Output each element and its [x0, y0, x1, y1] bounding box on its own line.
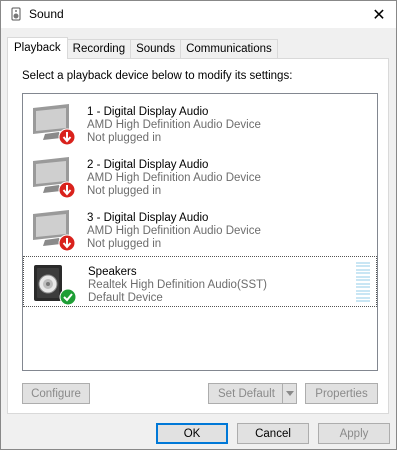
tab-playback[interactable]: Playback — [7, 37, 68, 59]
device-status: Not plugged in — [87, 132, 162, 144]
device-row[interactable]: 1 - Digital Display Audio AMD High Defin… — [23, 97, 377, 148]
set-default-button[interactable]: Set Default — [208, 383, 297, 404]
chevron-down-icon — [285, 391, 294, 396]
device-name: 2 - Digital Display Audio — [87, 159, 209, 171]
device-name: 1 - Digital Display Audio — [87, 106, 209, 118]
monitor-icon — [33, 104, 76, 146]
set-default-dropdown[interactable] — [282, 384, 296, 403]
device-description: Realtek High Definition Audio(SST) — [88, 279, 267, 291]
device-description: AMD High Definition Audio Device — [87, 225, 261, 237]
set-default-label: Set Default — [218, 387, 275, 400]
device-name: 3 - Digital Display Audio — [87, 212, 209, 224]
close-icon: ✕ — [372, 6, 386, 24]
title-bar: Sound ✕ — [1, 1, 396, 28]
close-button[interactable]: ✕ — [362, 1, 396, 28]
monitor-icon — [33, 210, 76, 252]
properties-button[interactable]: Properties — [305, 383, 378, 404]
ok-button[interactable]: OK — [156, 423, 228, 444]
cancel-button[interactable]: Cancel — [237, 423, 309, 444]
device-row-speakers[interactable]: Speakers Realtek High Definition Audio(S… — [23, 256, 377, 307]
apply-button[interactable]: Apply — [318, 423, 390, 444]
device-name: Speakers — [88, 266, 137, 278]
speaker-icon — [34, 265, 77, 306]
tab-strip: Playback Recording Sounds Communications — [7, 37, 278, 59]
device-description: AMD High Definition Audio Device — [87, 172, 261, 184]
device-status: Not plugged in — [87, 238, 162, 250]
device-row[interactable]: 2 - Digital Display Audio AMD High Defin… — [23, 150, 377, 201]
device-status: Not plugged in — [87, 185, 162, 197]
device-description: AMD High Definition Audio Device — [87, 119, 261, 131]
speaker-icon — [11, 7, 21, 21]
device-list: 1 - Digital Display Audio AMD High Defin… — [22, 93, 378, 371]
window-title: Sound — [29, 7, 64, 21]
tab-recording[interactable]: Recording — [66, 39, 132, 58]
tab-sounds[interactable]: Sounds — [130, 39, 182, 58]
monitor-icon — [33, 157, 76, 199]
device-row[interactable]: 3 - Digital Display Audio AMD High Defin… — [23, 203, 377, 254]
volume-level-meter — [356, 262, 370, 302]
device-status: Default Device — [88, 292, 163, 304]
instruction-text: Select a playback device below to modify… — [22, 70, 293, 82]
configure-button[interactable]: Configure — [22, 383, 90, 404]
tab-communications[interactable]: Communications — [180, 39, 278, 58]
playback-panel: Select a playback device below to modify… — [7, 58, 389, 414]
sound-dialog: Sound ✕ Playback Recording Sounds Commun… — [0, 0, 397, 450]
